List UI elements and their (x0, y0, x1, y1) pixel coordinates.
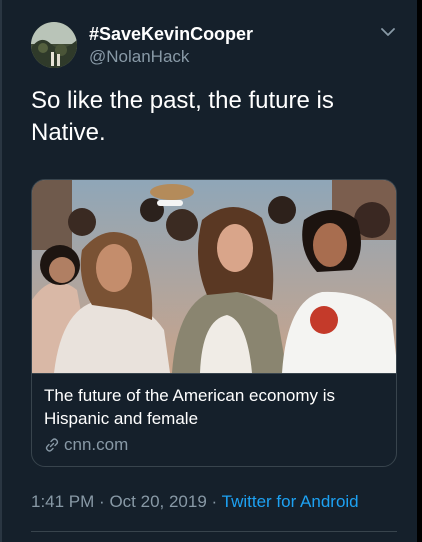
link-icon (45, 438, 59, 452)
card-title[interactable]: The future of the American economy is Hi… (44, 384, 384, 430)
tweet-metadata: 1:41 PM · Oct 20, 2019 · Twitter for And… (31, 492, 359, 512)
screen-edge-right (417, 0, 422, 542)
meta-separator: · (211, 492, 218, 511)
chevron-down-icon[interactable] (380, 26, 396, 38)
card-image (32, 180, 396, 373)
bottom-divider (31, 531, 397, 532)
card-divider (32, 373, 396, 374)
avatar[interactable] (31, 22, 77, 68)
link-card[interactable]: The future of the American economy is Hi… (31, 179, 397, 467)
card-domain-row[interactable]: cnn.com (44, 434, 128, 456)
avatar-image (31, 22, 77, 68)
tweet-date[interactable]: Oct 20, 2019 (109, 492, 206, 511)
user-handle[interactable]: @NolanHack (89, 47, 189, 67)
screen-edge-left (0, 0, 2, 542)
display-name[interactable]: #SaveKevinCooper (89, 24, 253, 45)
tweet-text: So like the past, the future is Native. (31, 87, 334, 146)
tweet-source[interactable]: Twitter for Android (222, 492, 359, 511)
tweet-time[interactable]: 1:41 PM (31, 492, 94, 511)
card-domain: cnn.com (64, 435, 129, 454)
meta-separator: · (99, 492, 105, 511)
